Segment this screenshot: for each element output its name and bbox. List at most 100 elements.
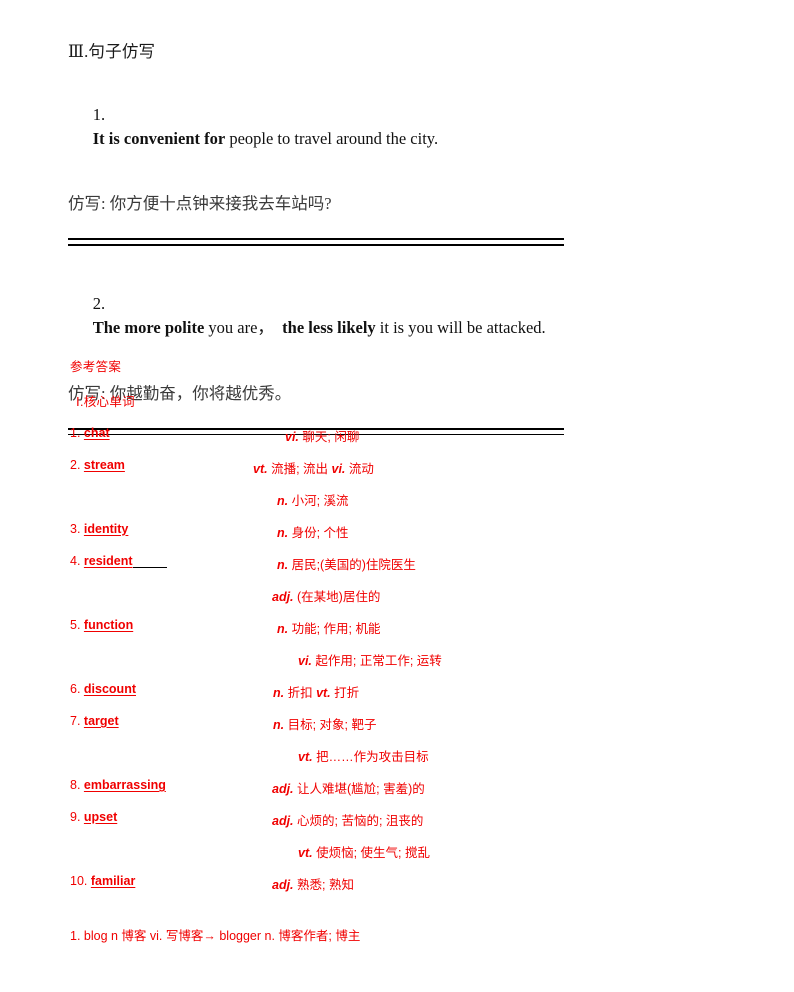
- vocab-number: 6.: [70, 682, 84, 696]
- document-page: Ⅲ.句子仿写 1. It is convenient for people to…: [0, 0, 794, 992]
- vocab-term: stream: [83, 458, 125, 472]
- vocab-row: 4. resident n. 居民;(美国的)住院医生: [70, 554, 750, 586]
- vocab-entry: 10. familiar adj. 熟悉; 熟知: [70, 874, 750, 906]
- answer-key-section: 参考答案 Ⅰ.核心单词 1. chat vi. 聊天; 闲聊 2. stream vt…: [70, 356, 750, 906]
- vocab-definition: vt. 流播; 流出 vi. 流动: [253, 458, 374, 477]
- vocab-number: 2.: [70, 458, 84, 472]
- exercise-2-number: 2.: [92, 294, 106, 314]
- answer-key-subtitle: Ⅰ.核心单词: [76, 395, 135, 409]
- vocab-word: 7. target: [70, 714, 119, 728]
- part-of-speech: adj.: [272, 814, 294, 828]
- part-of-speech: adj.: [272, 782, 294, 796]
- vocab-definition: n. 目标; 对象; 靶子: [273, 714, 376, 733]
- exercise-1-bold-phrase: It is convenient for: [92, 128, 226, 148]
- vocab-word: 9. upset: [70, 810, 117, 824]
- vocab-definition: n. 功能; 作用; 机能: [277, 618, 380, 637]
- definition-text: 功能; 作用; 机能: [288, 622, 381, 636]
- definition-text: 小河; 溪流: [288, 494, 349, 508]
- exercise-2-bold-phrase-2: the less likely: [282, 318, 376, 338]
- vocab-word: 5. function: [70, 618, 133, 632]
- vocab-entry: 5. function n. 功能; 作用; 机能 vi. 起作用; 正常工作; 运…: [70, 618, 750, 682]
- vocab-word: 10. familiar: [70, 874, 135, 888]
- vocab-entry: 1. chat vi. 聊天; 闲聊: [70, 426, 750, 458]
- vocab-term: function: [83, 618, 134, 632]
- vocab-word: 3. identity: [70, 522, 128, 536]
- vocab-term: target: [83, 714, 119, 728]
- answer-key-title: 参考答案: [70, 360, 122, 374]
- vocab-definition: adj. 让人难堪(尴尬; 害羞)的: [272, 778, 425, 797]
- vocab-definition: adj. (在某地)居住的: [272, 586, 380, 605]
- definition-text: 身份; 个性: [288, 526, 349, 540]
- definition-text: 让人难堪(尴尬; 害羞)的: [293, 782, 425, 796]
- part-of-speech-secondary: vi.: [331, 462, 346, 476]
- part-of-speech: adj.: [272, 878, 294, 892]
- vocab-number: 4.: [70, 554, 84, 568]
- definition-text: 把……作为攻击目标: [312, 750, 429, 764]
- vocab-entry: 4. resident n. 居民;(美国的)住院医生 adj. (在某地)居住的: [70, 554, 750, 618]
- vocab-term: familiar: [90, 874, 136, 888]
- vocab-definition: n. 身份; 个性: [277, 522, 349, 541]
- vocab-word: 1. chat: [70, 426, 110, 440]
- definition-text: 居民;(美国的)住院医生: [288, 558, 416, 572]
- vocab-row: 9. upset adj. 心烦的; 苦恼的; 沮丧的: [70, 810, 750, 842]
- part-of-speech: vt.: [298, 750, 313, 764]
- definition-text: 心烦的; 苦恼的; 沮丧的: [293, 814, 424, 828]
- vocab-definition: vi. 起作用; 正常工作; 运转: [298, 650, 442, 669]
- vocab-row: vi. 起作用; 正常工作; 运转: [70, 650, 750, 682]
- definition-text: (在某地)居住的: [293, 590, 381, 604]
- definition-text: 折扣: [284, 686, 317, 700]
- vocab-number: 8.: [70, 778, 84, 792]
- vocabulary-list: 1. chat vi. 聊天; 闲聊 2. stream vt. 流播; 流出 vi.…: [70, 426, 750, 906]
- vocab-word: 4. resident: [70, 554, 167, 568]
- vocab-definition: vt. 使烦恼; 使生气; 搅乱: [298, 842, 430, 861]
- vocab-word: 2. stream: [70, 458, 125, 472]
- vocab-term: identity: [83, 522, 129, 536]
- vocab-row: 2. stream vt. 流播; 流出 vi. 流动: [70, 458, 750, 490]
- vocab-word: 6. discount: [70, 682, 136, 696]
- vocab-entry: 7. target n. 目标; 对象; 靶子 vt. 把……作为攻击目标: [70, 714, 750, 778]
- vocab-row: n. 小河; 溪流: [70, 490, 750, 522]
- vocab-number: 5.: [70, 618, 84, 632]
- vocab-definition: n. 小河; 溪流: [277, 490, 349, 509]
- part-of-speech: n.: [277, 558, 289, 572]
- vocab-entry: 3. identity n. 身份; 个性: [70, 522, 750, 554]
- vocab-term: resident: [83, 554, 133, 568]
- vocab-entry: 8. embarrassing adj. 让人难堪(尴尬; 害羞)的: [70, 778, 750, 810]
- exercise-2-mid: you are，: [204, 318, 274, 338]
- exercise-2-rest: it is you will be attacked.: [375, 318, 546, 338]
- vocab-definition: adj. 熟悉; 熟知: [272, 874, 354, 893]
- part-of-speech: n.: [273, 686, 285, 700]
- exercise-1-number: 1.: [92, 104, 106, 124]
- definition-text: 熟悉; 熟知: [293, 878, 354, 892]
- vocab-term: chat: [83, 426, 110, 440]
- part-of-speech: n.: [277, 494, 289, 508]
- vocab-term: upset: [83, 810, 118, 824]
- extra-note: 1. blog n 博客 vi. 写博客→ blogger n. 博客作者; 博…: [70, 929, 361, 943]
- vocab-row: vt. 把……作为攻击目标: [70, 746, 750, 778]
- vocab-entry: 2. stream vt. 流播; 流出 vi. 流动 n. 小河; 溪流: [70, 458, 750, 522]
- vocab-row: 3. identity n. 身份; 个性: [70, 522, 750, 554]
- part-of-speech: vi.: [285, 430, 299, 444]
- vocab-number: 1.: [70, 426, 84, 440]
- definition-text: 使烦恼; 使生气; 搅乱: [312, 846, 430, 860]
- exercise-1-sentence: 1. It is convenient for people to travel…: [68, 79, 728, 175]
- vocab-word: 8. embarrassing: [70, 778, 166, 792]
- section-heading: Ⅲ.句子仿写: [68, 42, 156, 61]
- vocab-number: 3.: [70, 522, 84, 536]
- vocab-row: 10. familiar adj. 熟悉; 熟知: [70, 874, 750, 906]
- vocab-row: 5. function n. 功能; 作用; 机能: [70, 618, 750, 650]
- exercise-1-imitation: 仿写: 你方便十点钟来接我去车站吗?: [68, 192, 728, 216]
- vocab-entry: 9. upset adj. 心烦的; 苦恼的; 沮丧的 vt. 使烦恼; 使生气; …: [70, 810, 750, 874]
- exercise-1-rest: people to travel around the city.: [225, 128, 439, 148]
- definition-text-secondary: 流动: [345, 462, 374, 476]
- part-of-speech: vi.: [298, 654, 312, 668]
- vocab-definition: adj. 心烦的; 苦恼的; 沮丧的: [272, 810, 423, 829]
- part-of-speech: adj.: [272, 590, 294, 604]
- part-of-speech: vt.: [253, 462, 268, 476]
- exercise-2-bold-phrase-1: The more polite: [92, 318, 205, 338]
- part-of-speech-secondary: vt.: [316, 686, 331, 700]
- definition-text: 起作用; 正常工作; 运转: [311, 654, 442, 668]
- part-of-speech: n.: [273, 718, 285, 732]
- definition-text: 聊天; 闲聊: [298, 430, 360, 444]
- vocab-row: 1. chat vi. 聊天; 闲聊: [70, 426, 750, 458]
